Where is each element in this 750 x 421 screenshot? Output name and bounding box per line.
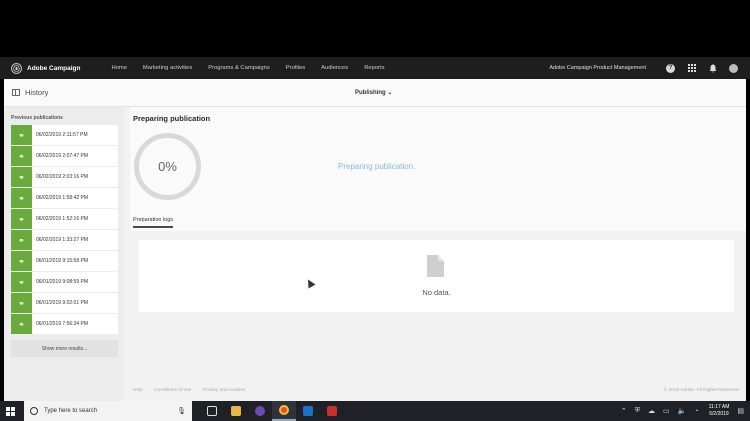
footer-link-help[interactable]: Help — [133, 388, 143, 393]
publication-date: 06/01/2019 9:08:59 PM — [36, 279, 88, 285]
task-view-icon[interactable] — [200, 401, 224, 421]
link-icon: ⚭ — [11, 167, 32, 187]
outlook-icon[interactable] — [296, 401, 320, 421]
publishing-dropdown[interactable]: Publishing ⌄ — [355, 89, 392, 96]
page-title: Preparing publication — [133, 114, 211, 123]
publication-date: 06/02/2019 2:03:16 PM — [36, 174, 88, 180]
taskbar-search[interactable]: Type here to search 🎙 — [24, 401, 192, 421]
publication-date: 06/01/2019 9:02:01 PM — [36, 300, 88, 306]
taskbar-clock[interactable]: 11:17 AM 6/2/2019 — [709, 404, 730, 418]
link-icon: ⚭ — [11, 314, 32, 334]
status-message: Preparing publication. — [338, 162, 416, 171]
header-right: Adobe Campaign Product Management ? — [549, 57, 738, 79]
list-item[interactable]: ⚭ 06/02/2019 1:33:27 PM — [11, 230, 118, 250]
list-item[interactable]: ⚭ 06/01/2019 9:02:01 PM — [11, 293, 118, 313]
tab-preparation-logs[interactable]: Preparation logs — [133, 217, 174, 228]
list-item[interactable]: ⚭ 06/02/2019 2:11:57 PM — [11, 125, 118, 145]
link-icon: ⚭ — [11, 272, 32, 292]
shield-icon[interactable]: ⛨ — [635, 407, 640, 415]
history-toggle[interactable]: History — [12, 88, 48, 97]
nav-audiences[interactable]: Audiences — [321, 65, 348, 71]
user-avatar[interactable] — [729, 63, 738, 73]
clock-time: 11:17 AM — [708, 404, 730, 410]
nav-home[interactable]: Home — [111, 65, 126, 71]
system-tray: ⌃ ⛨ ☁ ▭ 🔈 ◔ 11:17 AM 6/2/2019 ▤ — [613, 401, 744, 421]
adobe-campaign-logo-icon: ⓐ — [11, 62, 22, 74]
nav-marketing-activities[interactable]: Marketing activities — [143, 65, 192, 71]
link-icon: ⚭ — [11, 188, 32, 208]
logo-text: Adobe Campaign — [27, 64, 81, 72]
link-icon: ⚭ — [11, 293, 32, 313]
clock-date: 6/2/2019 — [709, 411, 729, 417]
link-icon: ⚭ — [11, 125, 32, 145]
link-icon: ⚭ — [11, 209, 32, 229]
footer-links: Help Conditions of use Privacy and cooki… — [133, 388, 255, 393]
subheader: History Publishing ⌄ — [4, 79, 746, 107]
search-icon — [30, 407, 38, 415]
apps-grid-icon[interactable] — [687, 64, 696, 73]
app-icon-purple[interactable] — [248, 401, 272, 421]
link-icon: ⚭ — [11, 251, 32, 271]
publication-date: 06/02/2019 2:07:47 PM — [36, 153, 88, 159]
side-panel-icon — [12, 89, 20, 96]
publication-date: 06/01/2019 7:56:34 PM — [36, 321, 88, 327]
adobe-campaign-logo[interactable]: ⓐ Adobe Campaign — [11, 62, 81, 74]
publication-list: ⚭ 06/02/2019 2:11:57 PM ⚭ 06/02/2019 2:07:… — [11, 125, 118, 335]
publication-date: 06/01/2019 9:15:58 PM — [36, 258, 88, 264]
list-item[interactable]: ⚭ 06/01/2019 9:15:58 PM — [11, 251, 118, 271]
chrome-icon[interactable] — [272, 401, 296, 421]
acrobat-icon[interactable] — [320, 401, 344, 421]
search-placeholder: Type here to search — [44, 408, 98, 414]
org-name[interactable]: Adobe Campaign Product Management — [549, 65, 646, 71]
footer-link-privacy[interactable]: Privacy and cookies — [203, 388, 246, 393]
taskbar: Type here to search 🎙 ⌃ ⛨ ☁ ▭ 🔈 ◔ 11:17 … — [0, 401, 750, 421]
footer: Help Conditions of use Privacy and cooki… — [130, 386, 746, 398]
sidebar-title: Previous publications — [11, 115, 63, 121]
progress-percent: 0% — [158, 159, 177, 174]
cloud-icon[interactable]: ☁ — [648, 407, 655, 415]
list-item[interactable]: ⚭ 06/01/2019 7:56:34 PM — [11, 314, 118, 334]
notifications-icon[interactable]: ▤ — [737, 407, 744, 415]
nav-reports[interactable]: Reports — [364, 65, 384, 71]
screen: ⓐ Adobe Campaign Home Marketing activiti… — [0, 0, 750, 421]
link-icon: ⚭ — [11, 230, 32, 250]
publication-status-panel: Preparing publication 0% Preparing publi… — [130, 107, 746, 231]
logs-panel: No data. — [139, 240, 734, 312]
microphone-icon[interactable]: 🎙 — [177, 407, 186, 415]
publication-main: Preparing publication 0% Preparing publi… — [130, 107, 746, 401]
link-icon: ⚭ — [11, 146, 32, 166]
taskbar-apps — [200, 401, 344, 421]
list-item[interactable]: ⚭ 06/01/2019 9:08:59 PM — [11, 272, 118, 292]
show-more-button[interactable]: Show more results... — [11, 340, 118, 357]
network-icon[interactable]: ◔ — [694, 408, 698, 415]
battery-icon[interactable]: ▭ — [663, 407, 670, 415]
help-icon[interactable]: ? — [666, 63, 675, 73]
publication-date: 06/02/2019 2:11:57 PM — [36, 132, 88, 138]
document-icon — [427, 255, 444, 277]
footer-link-conditions[interactable]: Conditions of use — [154, 388, 191, 393]
windows-start-icon[interactable] — [0, 401, 20, 421]
main-nav: Home Marketing activities Programs & Cam… — [111, 65, 400, 71]
file-explorer-icon[interactable] — [224, 401, 248, 421]
no-data-text: No data. — [422, 288, 451, 297]
publication-date: 06/02/2019 1:52:16 PM — [36, 216, 88, 222]
history-label: History — [25, 88, 49, 97]
app-body: History Publishing ⌄ Previous publicatio… — [4, 79, 746, 401]
list-item[interactable]: ⚭ 06/02/2019 2:07:47 PM — [11, 146, 118, 166]
copyright: © 2019 Adobe. All Rights Reserved. — [663, 388, 740, 393]
progress-ring: 0% — [133, 132, 202, 201]
list-item[interactable]: ⚭ 06/02/2019 1:52:16 PM — [11, 209, 118, 229]
list-item[interactable]: ⚭ 06/02/2019 2:03:16 PM — [11, 167, 118, 187]
chevron-up-icon[interactable]: ⌃ — [621, 407, 627, 415]
list-item[interactable]: ⚭ 06/02/2019 1:58:42 PM — [11, 188, 118, 208]
publication-date: 06/02/2019 1:33:27 PM — [36, 237, 88, 243]
volume-icon[interactable]: 🔈 — [678, 407, 687, 415]
nav-programs-campaigns[interactable]: Programs & Campaigns — [208, 65, 270, 71]
nav-profiles[interactable]: Profiles — [286, 65, 305, 71]
bell-icon[interactable] — [708, 64, 717, 73]
publication-date: 06/02/2019 1:58:42 PM — [36, 195, 88, 201]
app-header: ⓐ Adobe Campaign Home Marketing activiti… — [0, 57, 750, 79]
history-sidebar: Previous publications ⚭ 06/02/2019 2:11:5… — [4, 107, 124, 401]
